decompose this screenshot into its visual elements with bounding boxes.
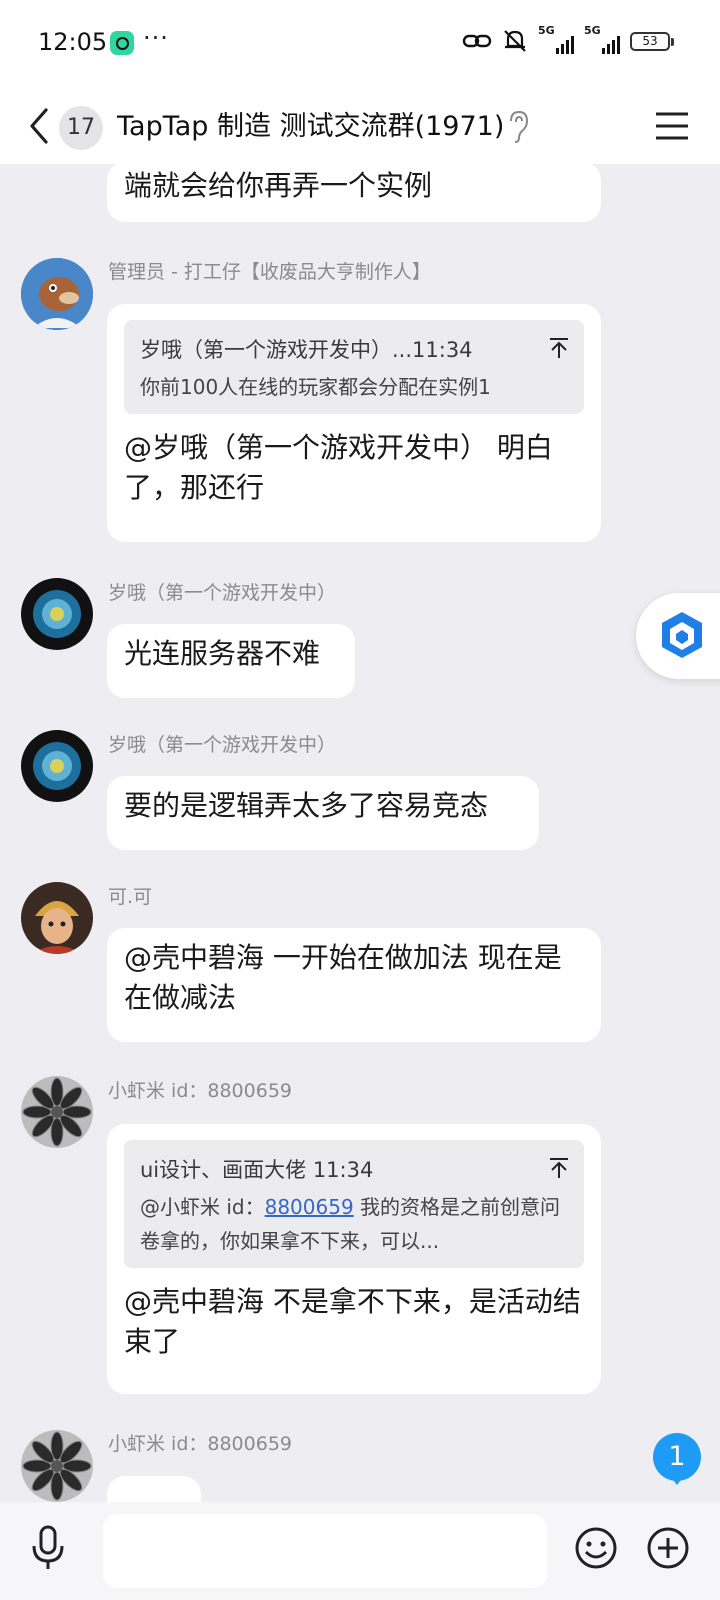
chat-header: 17 TapTap 制造 测试交流群(1971) (0, 88, 720, 164)
sender-name: 管理员 - 打工仔【收废品大亨制作人】 (108, 261, 431, 283)
message-text: 要的是逻辑弄太多了容易竞态 (124, 789, 489, 822)
avatar[interactable] (21, 730, 93, 802)
ear-icon[interactable] (505, 107, 533, 147)
status-overflow: ··· (143, 24, 169, 52)
message-list[interactable]: 端就会给你再弄一个实例 管理员 - 打工仔【收废品大亨制作人】 岁哦（第一个游戏… (0, 164, 720, 1502)
user-id-link[interactable]: 8800659 (265, 1195, 354, 1219)
unread-count-badge[interactable]: 17 (59, 106, 103, 150)
message-bubble[interactable]: 光连服务器不难 (107, 624, 355, 698)
float-app-icon (662, 612, 702, 658)
chat-title[interactable]: TapTap 制造 测试交流群(1971) (117, 104, 504, 143)
message-bubble[interactable]: ui设计、画面大佬 11:34 @小虾米 id：8800659 我的资格是之前创… (107, 1124, 601, 1394)
message-bubble[interactable]: 岁哦（第一个游戏开发中）...11:34 你前100人在线的玩家都会分配在实例1… (107, 304, 601, 542)
quote-header: ui设计、画面大佬 11:34 (140, 1158, 374, 1182)
message-bubble[interactable]: @壳中碧海 一开始在做加法 现在是在做减法 (107, 928, 601, 1042)
link-icon (462, 34, 492, 48)
message-bubble[interactable]: 端就会给你再弄一个实例 (107, 164, 601, 222)
microphone-icon[interactable] (28, 1524, 68, 1572)
status-time: 12:05 (38, 28, 108, 56)
message-text: 端就会给你再弄一个实例 (124, 169, 433, 202)
message-bubble[interactable]: 要的是逻辑弄太多了容易竞态 (107, 776, 539, 850)
status-bar: 12:05 ··· 5G 5G 53 (0, 0, 720, 88)
message-text: 光连服务器不难 (124, 637, 321, 670)
battery-icon: 53 (630, 31, 674, 51)
quote-text: @小虾米 id：8800659 我的资格是之前创意问卷拿的，你如果拿不下来，可以… (140, 1195, 561, 1253)
avatar[interactable] (21, 578, 93, 650)
avatar[interactable] (21, 1430, 93, 1502)
menu-icon[interactable] (654, 106, 690, 146)
quote-header: 岁哦（第一个游戏开发中）...11:34 (140, 338, 473, 362)
sender-name: 岁哦（第一个游戏开发中） (108, 582, 337, 604)
quote-text: 你前100人在线的玩家都会分配在实例1 (140, 375, 491, 399)
back-arrow-icon[interactable] (22, 104, 62, 148)
signal-icon: 5G (584, 24, 620, 54)
sender-name: 可.可 (108, 886, 153, 908)
message-input[interactable] (103, 1514, 547, 1588)
sender-name: 小虾米 id：8800659 (108, 1080, 292, 1102)
input-bar (0, 1502, 720, 1600)
floating-app-button[interactable] (636, 593, 720, 679)
avatar[interactable] (21, 882, 93, 954)
emoji-icon[interactable] (574, 1526, 618, 1570)
avatar[interactable] (21, 258, 93, 330)
sender-name: 小虾米 id：8800659 (108, 1433, 292, 1455)
mute-bell-icon (504, 30, 526, 52)
message-text: @壳中碧海 一开始在做加法 现在是在做减法 (124, 941, 562, 1014)
message-text: @岁哦（第一个游戏开发中） 明白了，那还行 (124, 431, 553, 504)
new-message-badge[interactable]: 1 (653, 1433, 701, 1485)
quoted-message[interactable]: 岁哦（第一个游戏开发中）...11:34 你前100人在线的玩家都会分配在实例1 (124, 320, 584, 414)
plus-icon[interactable] (646, 1526, 690, 1570)
quoted-message[interactable]: ui设计、画面大佬 11:34 @小虾米 id：8800659 我的资格是之前创… (124, 1140, 584, 1268)
avatar[interactable] (21, 1076, 93, 1148)
notification-app-icon (110, 31, 134, 55)
quote-jump-icon[interactable] (548, 1156, 570, 1180)
message-text: @壳中碧海 不是拿不下来，是活动结束了 (124, 1285, 581, 1358)
sender-name: 岁哦（第一个游戏开发中） (108, 734, 337, 756)
message-bubble[interactable]: 二二 (107, 1476, 201, 1502)
signal-icon: 5G (538, 24, 574, 54)
quote-jump-icon[interactable] (548, 336, 570, 360)
